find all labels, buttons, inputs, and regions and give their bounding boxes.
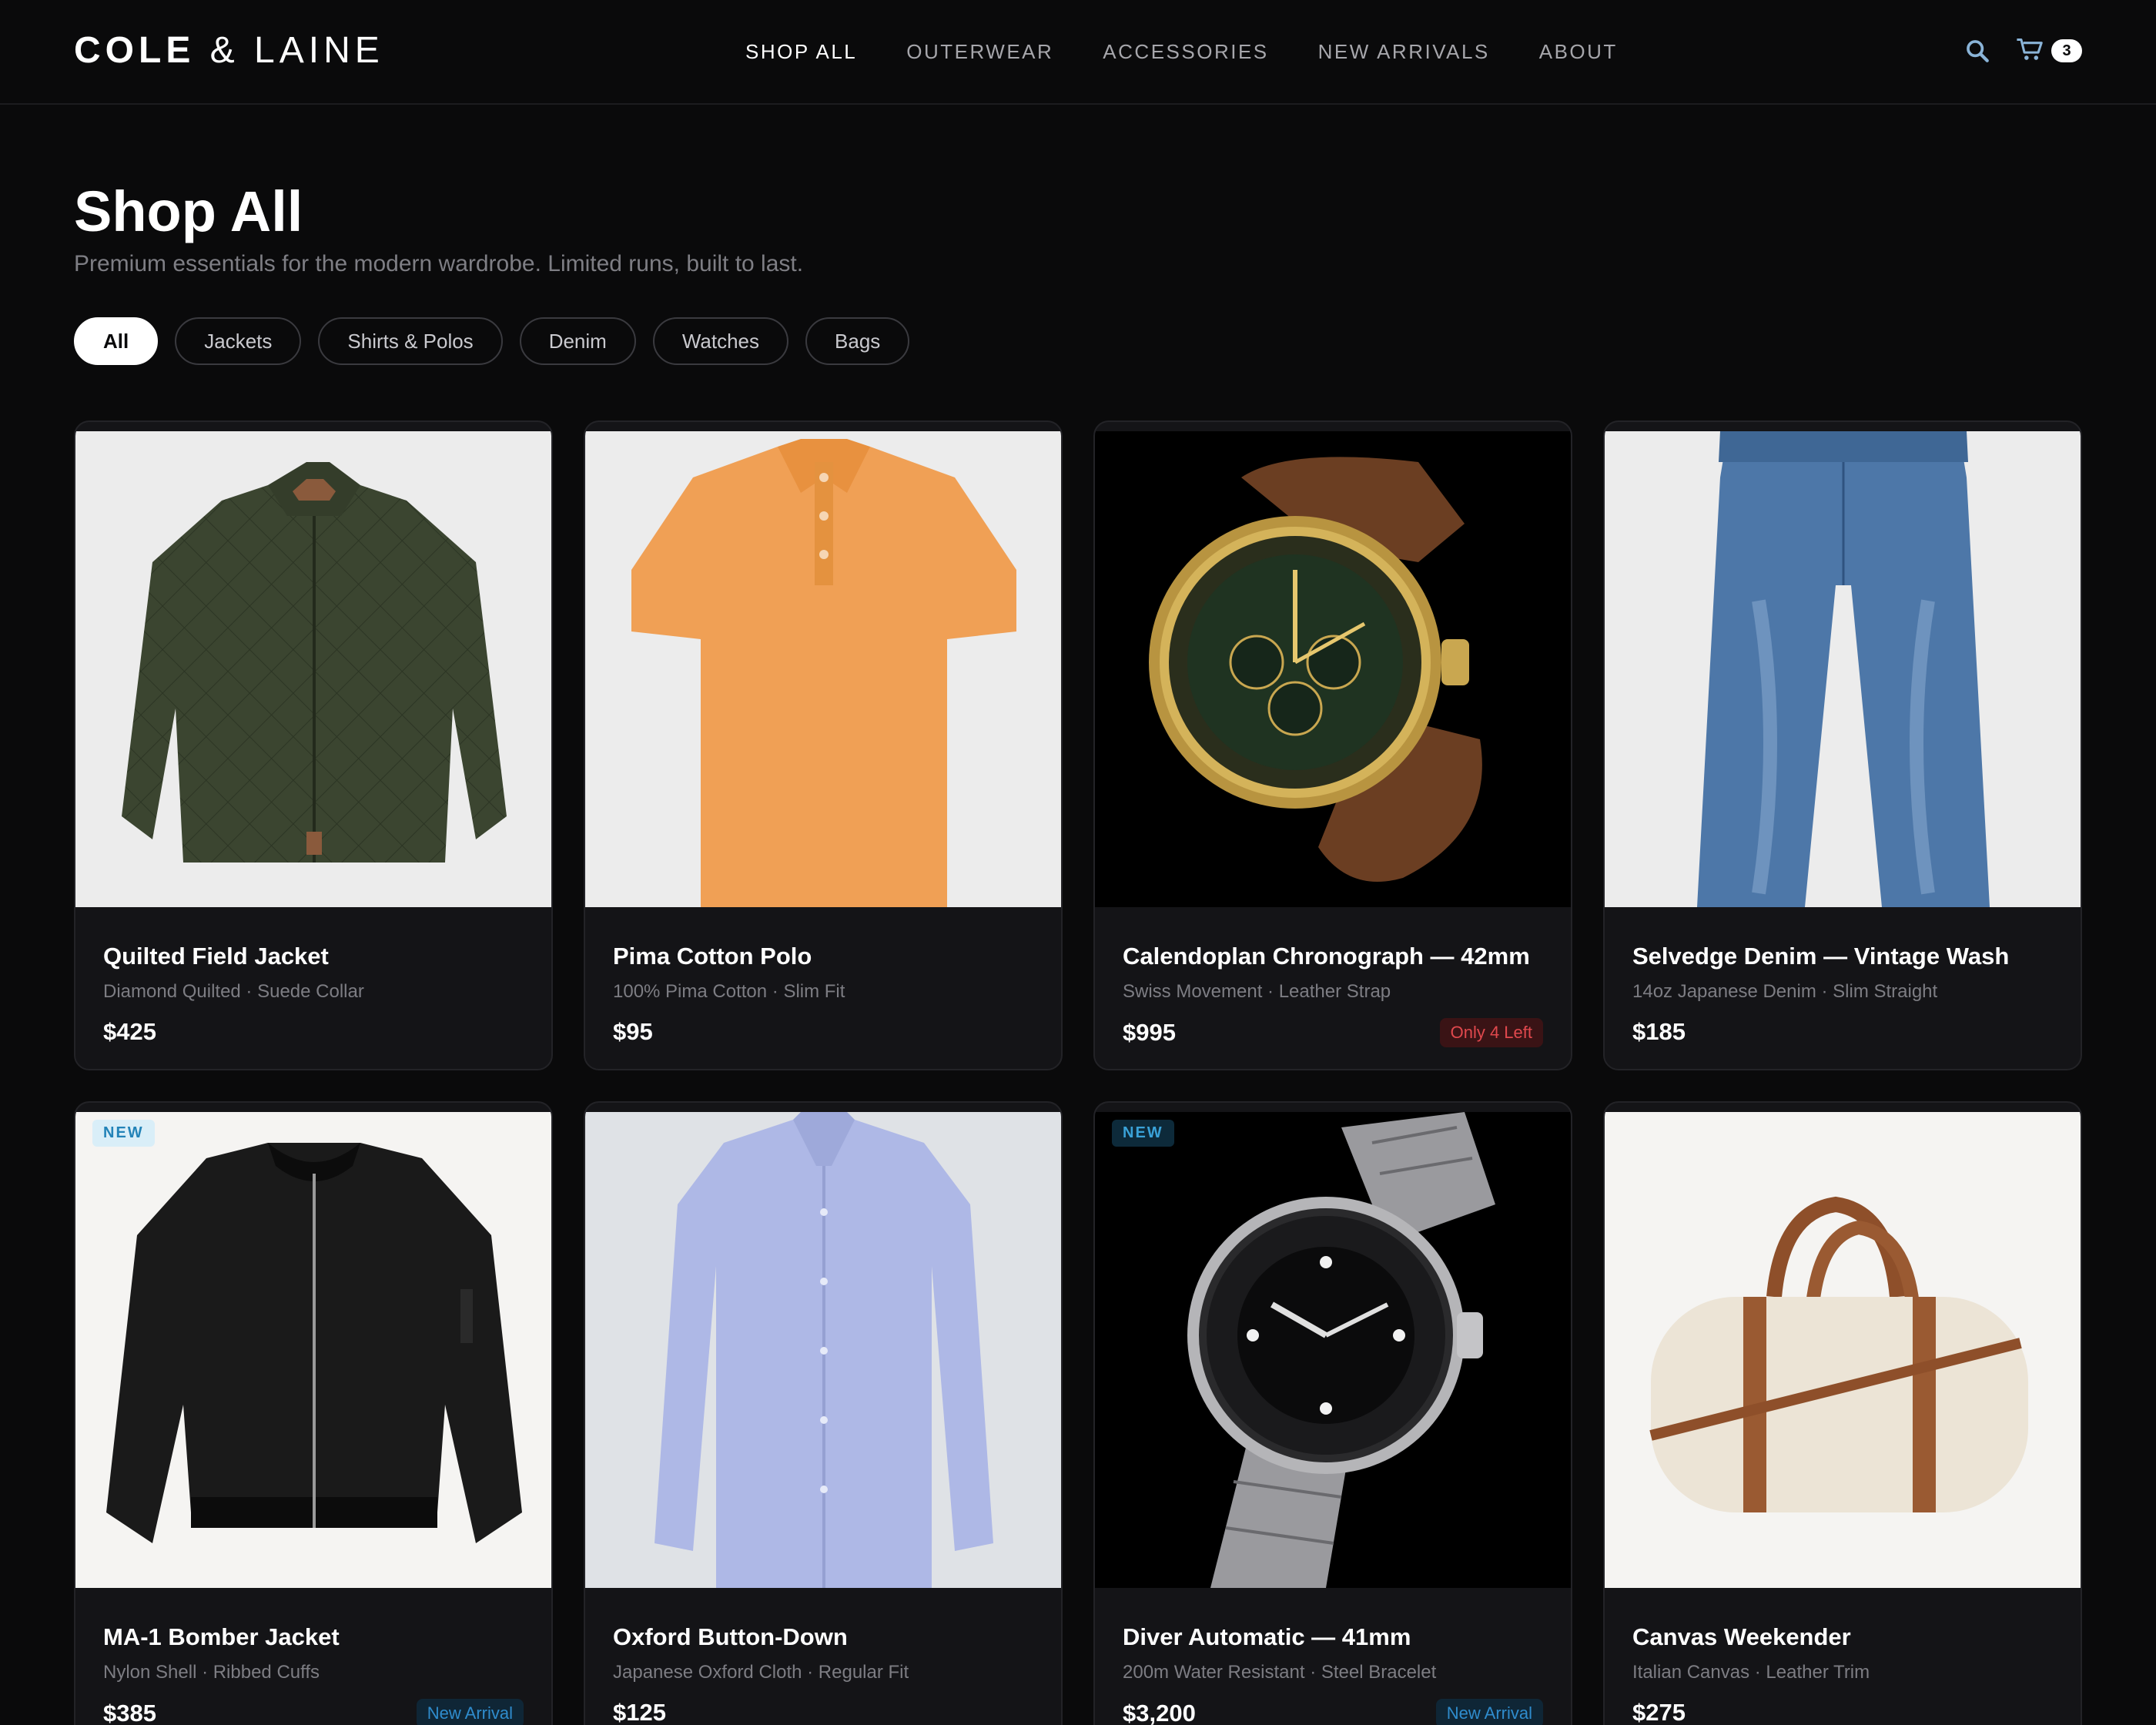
product-image-quilted-jacket[interactable] bbox=[75, 431, 551, 907]
product-info: Quilted Field Jacket Diamond Quilted · S… bbox=[103, 943, 524, 1046]
product-name[interactable]: Selvedge Denim — Vintage Wash bbox=[1632, 943, 2053, 970]
product-image-orange-polo[interactable] bbox=[585, 431, 1061, 907]
product-desc: Nylon Shell · Ribbed Cuffs bbox=[103, 1662, 320, 1683]
filter-jackets[interactable]: Jackets bbox=[175, 317, 302, 365]
page-title: Shop All bbox=[74, 179, 303, 243]
product-card[interactable]: NEW Diver Automatic — 41mm 200m Water Re… bbox=[1093, 1101, 1572, 1725]
product-info: Calendoplan Chronograph — 42mm Swiss Mov… bbox=[1123, 943, 1543, 1047]
product-name[interactable]: Pima Cotton Polo bbox=[613, 943, 1033, 970]
product-card[interactable]: Oxford Button-Down Japanese Oxford Cloth… bbox=[584, 1101, 1063, 1725]
product-info: Oxford Button-Down Japanese Oxford Cloth… bbox=[613, 1623, 1033, 1725]
nav-accessories[interactable]: ACCESSORIES bbox=[1103, 40, 1268, 64]
product-price: $125 bbox=[613, 1699, 666, 1725]
search-icon[interactable] bbox=[1962, 35, 1993, 66]
filter-all[interactable]: All bbox=[74, 317, 159, 365]
product-desc: 14oz Japanese Denim · Slim Straight bbox=[1632, 981, 1938, 1002]
product-image-bomber-jacket[interactable] bbox=[75, 1112, 551, 1588]
cart-button[interactable]: 3 bbox=[2016, 36, 2082, 66]
filter-denim[interactable]: Denim bbox=[519, 317, 636, 365]
product-price: $425 bbox=[103, 1018, 156, 1045]
product-card[interactable]: NEW MA-1 Bomber Jacket Nylon Shell · Rib… bbox=[74, 1101, 553, 1725]
product-desc: 200m Water Resistant · Steel Bracelet bbox=[1123, 1662, 1437, 1683]
cart-count-badge: 3 bbox=[2051, 39, 2082, 62]
product-desc: Swiss Movement · Leather Strap bbox=[1123, 981, 1391, 1002]
brand-name-part2: & LAINE bbox=[195, 30, 384, 71]
product-desc: Japanese Oxford Cloth · Regular Fit bbox=[613, 1662, 909, 1683]
product-name[interactable]: Calendoplan Chronograph — 42mm bbox=[1123, 943, 1543, 970]
filter-shirts-polos[interactable]: Shirts & Polos bbox=[318, 317, 503, 365]
product-image-diver-watch[interactable] bbox=[1095, 1112, 1571, 1588]
product-info: MA-1 Bomber Jacket Nylon Shell · Ribbed … bbox=[103, 1623, 524, 1725]
product-price: $995 bbox=[1123, 1019, 1176, 1046]
new-tag: NEW bbox=[1112, 1120, 1174, 1147]
nav-about[interactable]: ABOUT bbox=[1539, 40, 1618, 64]
page: COLE & LAINE SHOP ALL OUTERWEAR ACCESSOR… bbox=[0, 0, 2156, 1725]
product-name[interactable]: Quilted Field Jacket bbox=[103, 943, 524, 970]
filter-watches[interactable]: Watches bbox=[652, 317, 789, 365]
product-desc: Italian Canvas · Leather Trim bbox=[1632, 1662, 1870, 1683]
product-desc: 100% Pima Cotton · Slim Fit bbox=[613, 981, 845, 1002]
product-info: Selvedge Denim — Vintage Wash 14oz Japan… bbox=[1632, 943, 2053, 1046]
product-grid: Quilted Field Jacket Diamond Quilted · S… bbox=[74, 420, 2082, 1725]
product-name[interactable]: Diver Automatic — 41mm bbox=[1123, 1623, 1543, 1651]
product-price: $95 bbox=[613, 1018, 653, 1045]
product-card[interactable]: Calendoplan Chronograph — 42mm Swiss Mov… bbox=[1093, 420, 1572, 1070]
product-price: $185 bbox=[1632, 1018, 1686, 1045]
product-image-selvedge-jeans[interactable] bbox=[1605, 431, 2081, 907]
product-price: $3,200 bbox=[1123, 1700, 1196, 1725]
nav-new-arrivals[interactable]: NEW ARRIVALS bbox=[1318, 40, 1490, 64]
brand-logo[interactable]: COLE & LAINE bbox=[74, 29, 384, 72]
nav-icons: 3 bbox=[1962, 35, 2082, 66]
top-nav: COLE & LAINE SHOP ALL OUTERWEAR ACCESSOR… bbox=[0, 0, 2156, 105]
product-card[interactable]: Selvedge Denim — Vintage Wash 14oz Japan… bbox=[1603, 420, 2082, 1070]
product-desc: Diamond Quilted · Suede Collar bbox=[103, 981, 364, 1002]
product-name[interactable]: Canvas Weekender bbox=[1632, 1623, 2053, 1651]
product-info: Canvas Weekender Italian Canvas · Leathe… bbox=[1632, 1623, 2053, 1725]
stock-badge: Only 4 Left bbox=[1439, 1018, 1543, 1047]
product-card[interactable]: Quilted Field Jacket Diamond Quilted · S… bbox=[74, 420, 553, 1070]
product-info: Diver Automatic — 41mm 200m Water Resist… bbox=[1123, 1623, 1543, 1725]
nav-shop-all[interactable]: SHOP ALL bbox=[745, 40, 857, 64]
product-card[interactable]: Pima Cotton Polo 100% Pima Cotton · Slim… bbox=[584, 420, 1063, 1070]
filter-chips: All Jackets Shirts & Polos Denim Watches… bbox=[74, 317, 910, 365]
product-name[interactable]: MA-1 Bomber Jacket bbox=[103, 1623, 524, 1651]
product-image-canvas-bag[interactable] bbox=[1605, 1112, 2081, 1588]
product-price: $385 bbox=[103, 1700, 156, 1725]
cart-icon bbox=[2016, 36, 2044, 66]
nav-outerwear[interactable]: OUTERWEAR bbox=[906, 40, 1053, 64]
product-image-gold-chronograph[interactable] bbox=[1095, 431, 1571, 907]
new-arrival-badge: New Arrival bbox=[416, 1699, 524, 1725]
new-tag: NEW bbox=[92, 1120, 155, 1147]
filter-bags[interactable]: Bags bbox=[805, 317, 910, 365]
new-arrival-badge: New Arrival bbox=[1435, 1699, 1543, 1725]
product-name[interactable]: Oxford Button-Down bbox=[613, 1623, 1033, 1651]
brand-name-part1: COLE bbox=[74, 30, 196, 71]
product-image-oxford-shirt[interactable] bbox=[585, 1112, 1061, 1588]
main-menu: SHOP ALL OUTERWEAR ACCESSORIES NEW ARRIV… bbox=[745, 40, 1618, 64]
product-card[interactable]: Canvas Weekender Italian Canvas · Leathe… bbox=[1603, 1101, 2082, 1725]
page-subtitle: Premium essentials for the modern wardro… bbox=[74, 251, 804, 276]
product-info: Pima Cotton Polo 100% Pima Cotton · Slim… bbox=[613, 943, 1033, 1046]
product-price: $275 bbox=[1632, 1699, 1686, 1725]
